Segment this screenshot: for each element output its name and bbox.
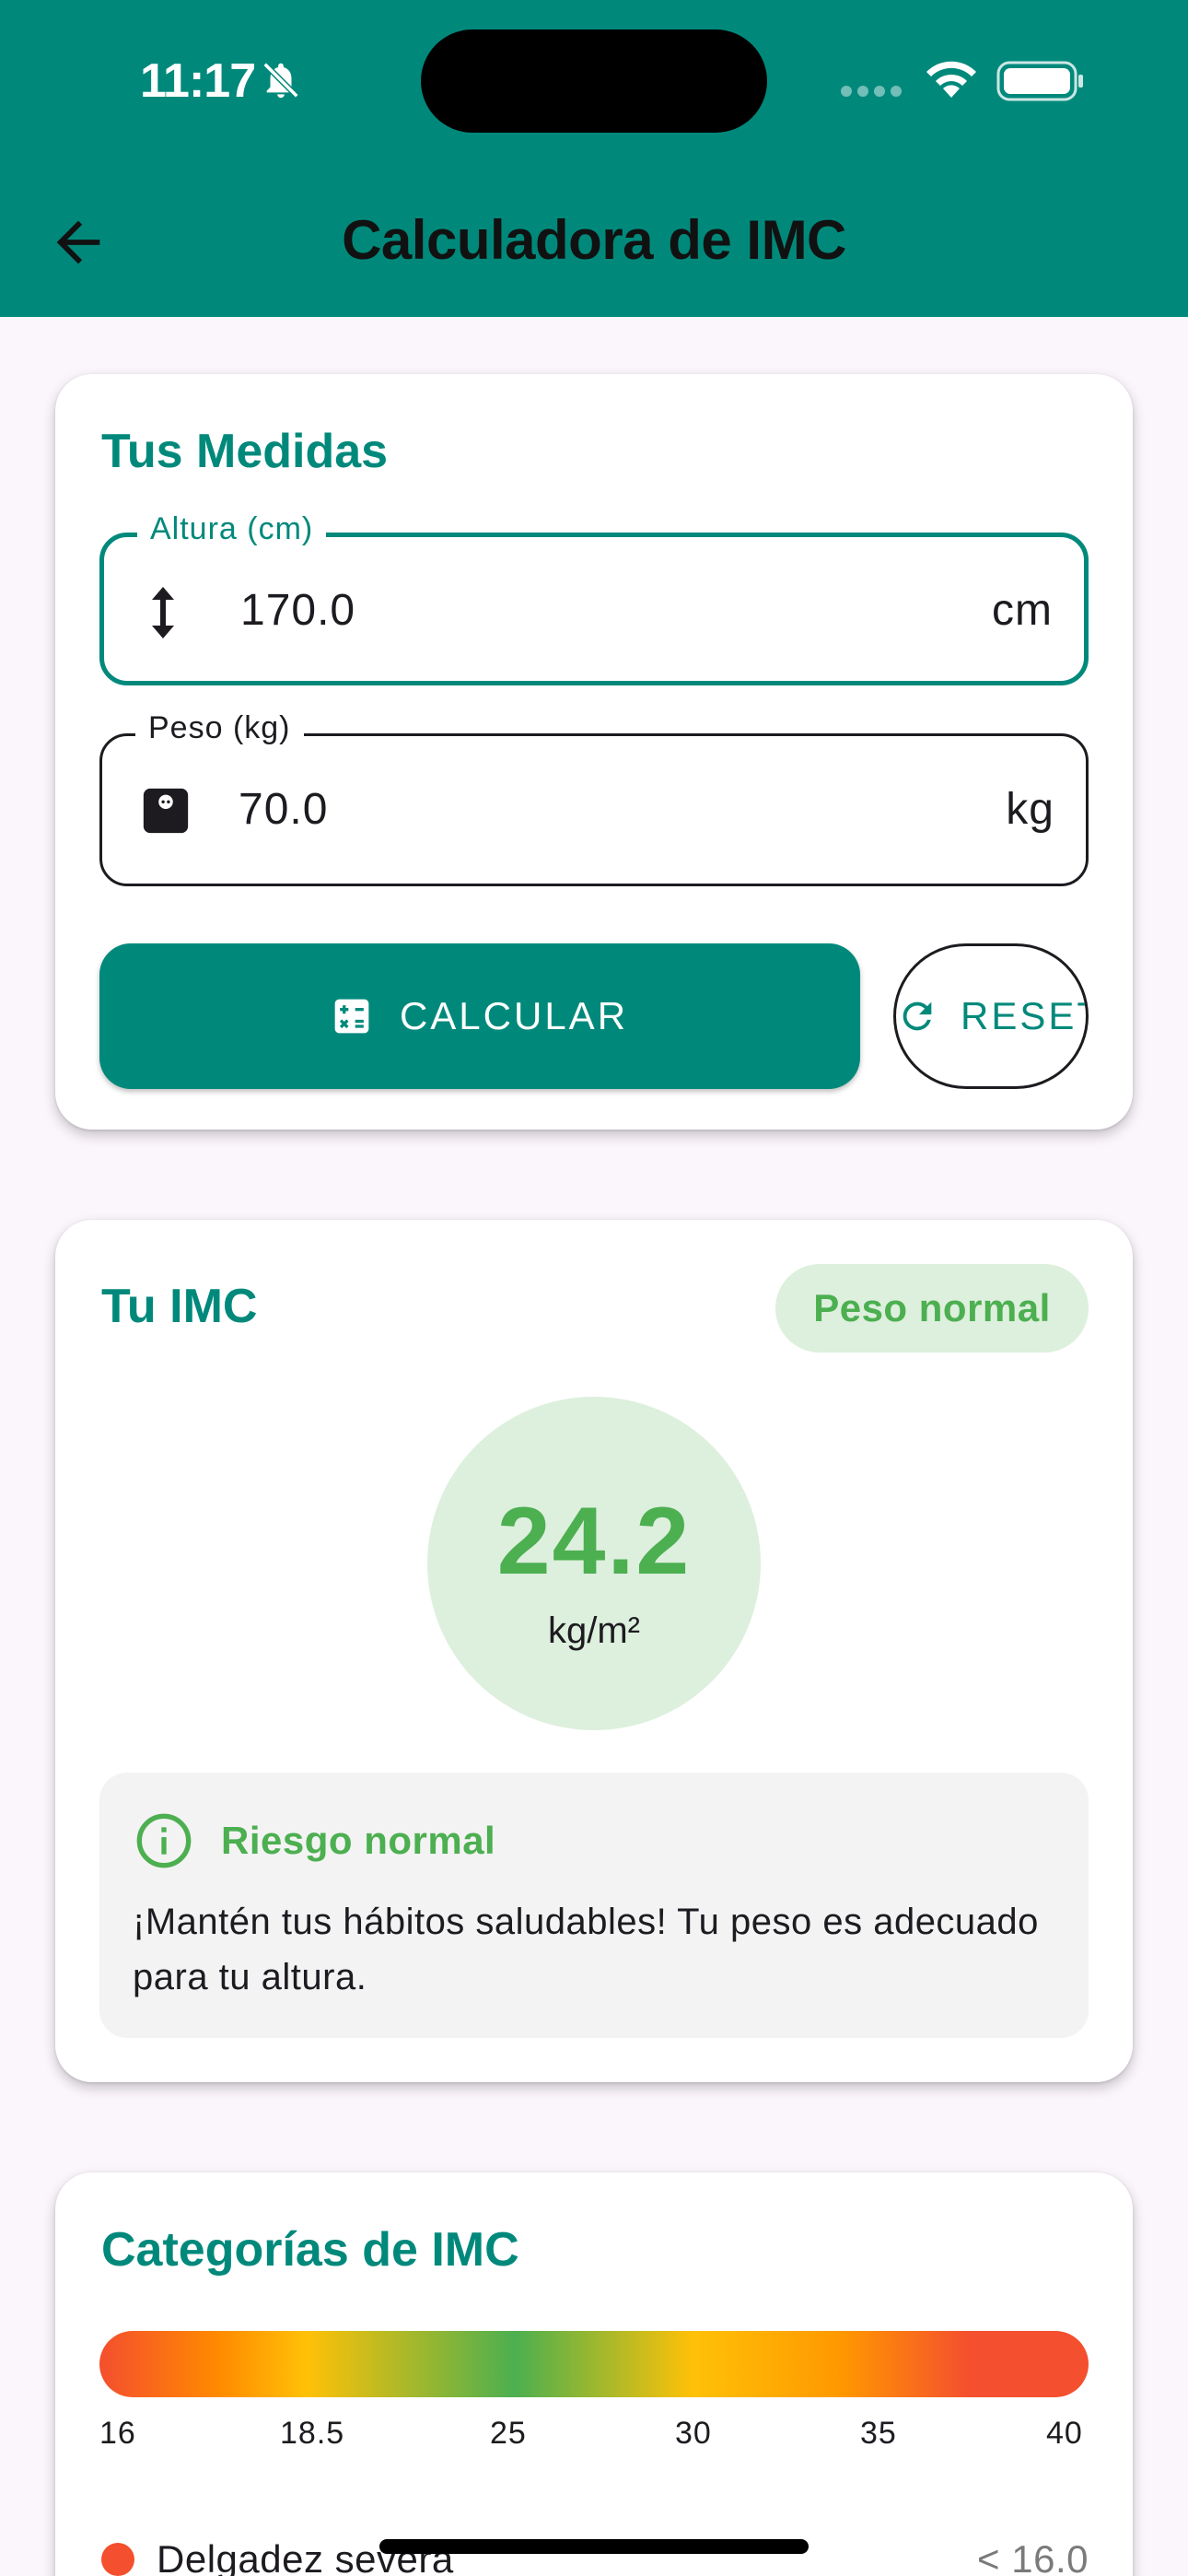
page-title: Calculadora de IMC <box>342 209 846 271</box>
weight-suffix: kg <box>1006 785 1054 834</box>
imc-unit: kg/m² <box>548 1610 640 1651</box>
wifi-icon <box>926 61 976 98</box>
scale-tick: 40 <box>1046 2416 1083 2451</box>
reset-label: RESET <box>961 994 1086 1037</box>
risk-text: ¡Mantén tus hábitos saludables! Tu peso … <box>133 1902 1039 1997</box>
categories-title: Categorías de IMC <box>101 2223 519 2277</box>
result-title: Tu IMC <box>101 1280 258 1333</box>
height-field[interactable]: Altura (cm) 170.0 cm <box>99 511 1089 685</box>
scale-icon <box>143 788 189 834</box>
scale-tick: 35 <box>860 2416 897 2451</box>
height-suffix: cm <box>992 586 1053 635</box>
cellular-signal-icon <box>841 86 902 97</box>
bell-off-icon <box>262 62 299 99</box>
dynamic-island <box>421 29 767 133</box>
calculate-label: CALCULAR <box>399 994 629 1037</box>
calculator-icon <box>334 999 369 1034</box>
imc-value: 24.2 <box>496 1488 692 1595</box>
calculate-button[interactable]: CALCULAR <box>99 943 860 1089</box>
risk-title: Riesgo normal <box>221 1819 496 1862</box>
measures-card: Tus Medidas Altura (cm) 170.0 cm Peso (k… <box>55 374 1133 1130</box>
scale-tick: 18.5 <box>280 2416 345 2451</box>
height-value: 170.0 <box>240 586 356 635</box>
height-field-label: Altura (cm) <box>137 511 327 547</box>
measures-title: Tus Medidas <box>101 425 389 478</box>
reset-button[interactable]: RESET <box>893 943 1089 1089</box>
result-card: Tu IMC Peso normal 24.2 kg/m² Riesgo nor… <box>55 1220 1133 2082</box>
scale-tick: 16 <box>99 2416 136 2451</box>
status-badge: Peso normal <box>775 1264 1089 1352</box>
refresh-icon <box>903 1001 932 1031</box>
battery-icon <box>996 61 1083 101</box>
info-icon <box>136 1813 192 1868</box>
risk-box: Riesgo normal ¡Mantén tus hábitos saluda… <box>99 1773 1089 2038</box>
app-bar: 11:17 Calculadora de IMC <box>0 0 1188 317</box>
status-time: 11:17 <box>140 54 256 108</box>
categories-card: Categorías de IMC 16 18.5 25 30 35 40 De… <box>55 2172 1133 2576</box>
home-indicator[interactable] <box>379 2539 809 2554</box>
weight-field[interactable]: Peso (kg) 70.0 kg <box>99 710 1089 886</box>
category-color-dot <box>101 2543 134 2576</box>
bmi-scale-bar <box>99 2331 1089 2397</box>
scale-tick: 25 <box>490 2416 527 2451</box>
category-range: < 16.0 <box>977 2537 1089 2576</box>
imc-circle: 24.2 kg/m² <box>427 1397 761 1730</box>
scale-tick: 30 <box>675 2416 712 2451</box>
height-arrows-icon <box>152 587 174 638</box>
weight-value: 70.0 <box>239 785 329 834</box>
weight-field-label: Peso (kg) <box>135 710 304 746</box>
